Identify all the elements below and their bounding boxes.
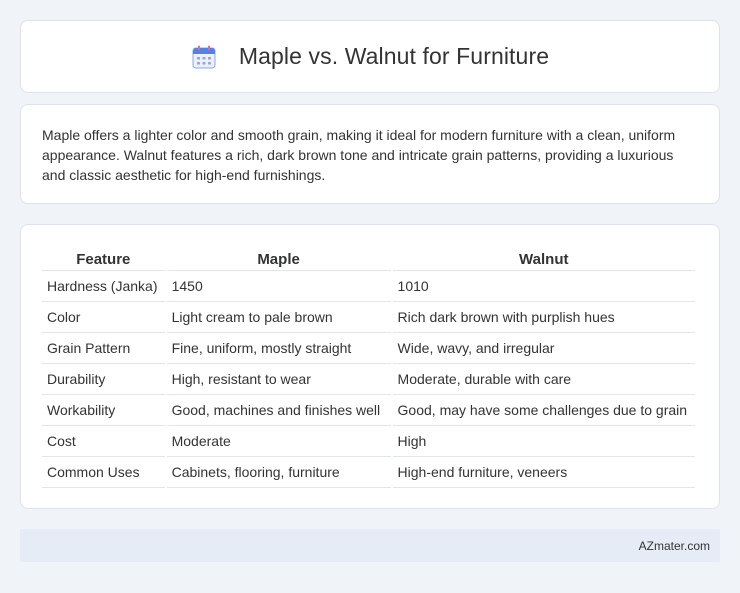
comparison-card: Feature Maple Walnut Hardness (Janka) 14… — [20, 224, 720, 509]
walnut-cell: 1010 — [392, 271, 695, 302]
page-title: Maple vs. Walnut for Furniture — [238, 43, 550, 69]
feature-cell: Hardness (Janka) — [42, 271, 165, 302]
feature-cell: Durability — [42, 364, 165, 395]
feature-cell: Color — [42, 302, 165, 333]
maple-cell: Good, machines and finishes well — [166, 395, 391, 426]
table-row: Grain Pattern Fine, uniform, mostly stra… — [42, 333, 695, 364]
table-row: Durability High, resistant to wear Moder… — [42, 364, 695, 395]
footer-site-link[interactable]: AZmater.com — [639, 539, 710, 553]
header-walnut: Walnut — [392, 245, 695, 271]
feature-cell: Cost — [42, 426, 165, 457]
footer-bar: AZmater.com — [20, 529, 720, 562]
maple-cell: 1450 — [166, 271, 391, 302]
header-feature: Feature — [42, 245, 165, 271]
table-row: Hardness (Janka) 1450 1010 — [42, 271, 695, 302]
maple-cell: Fine, uniform, mostly straight — [166, 333, 391, 364]
walnut-cell: Wide, wavy, and irregular — [392, 333, 695, 364]
table-row: Cost Moderate High — [42, 426, 695, 457]
comparison-table: Feature Maple Walnut Hardness (Janka) 14… — [40, 245, 697, 488]
calendar-icon — [192, 45, 216, 68]
maple-cell: High, resistant to wear — [166, 364, 391, 395]
feature-cell: Grain Pattern — [42, 333, 165, 364]
description-text: Maple offers a lighter color and smooth … — [42, 127, 676, 183]
header-maple: Maple — [166, 245, 391, 271]
table-row: Common Uses Cabinets, flooring, furnitur… — [42, 457, 695, 488]
table-row: Workability Good, machines and finishes … — [42, 395, 695, 426]
feature-cell: Common Uses — [42, 457, 165, 488]
walnut-cell: High-end furniture, veneers — [392, 457, 695, 488]
feature-cell: Workability — [42, 395, 165, 426]
title-card: Maple vs. Walnut for Furniture — [20, 20, 720, 93]
walnut-cell: High — [392, 426, 695, 457]
maple-cell: Cabinets, flooring, furniture — [166, 457, 391, 488]
maple-cell: Light cream to pale brown — [166, 302, 391, 333]
table-row: Color Light cream to pale brown Rich dar… — [42, 302, 695, 333]
title-wrap: Maple vs. Walnut for Furniture — [191, 43, 549, 70]
maple-cell: Moderate — [166, 426, 391, 457]
description-card: Maple offers a lighter color and smooth … — [20, 104, 720, 204]
walnut-cell: Good, may have some challenges due to gr… — [392, 395, 695, 426]
table-header-row: Feature Maple Walnut — [42, 245, 695, 271]
walnut-cell: Moderate, durable with care — [392, 364, 695, 395]
walnut-cell: Rich dark brown with purplish hues — [392, 302, 695, 333]
